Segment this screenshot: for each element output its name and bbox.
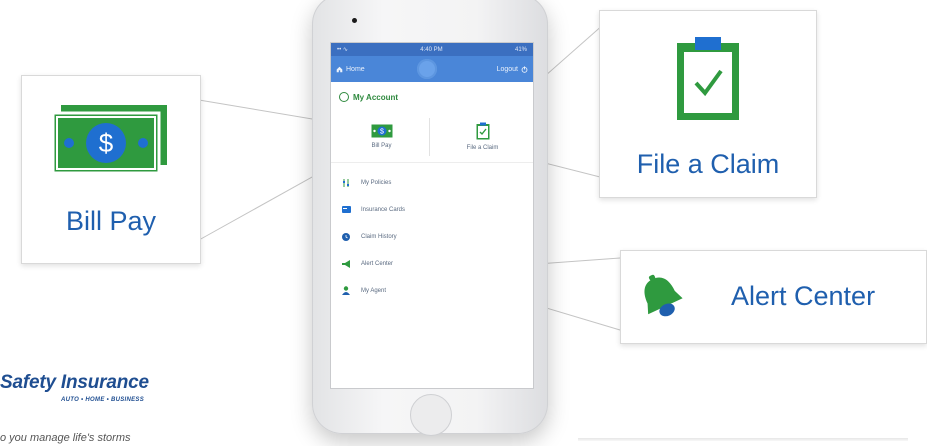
megaphone-icon	[341, 259, 350, 268]
app-nav-bar: Home Logout	[331, 56, 533, 82]
alert-center-label: Alert Center	[731, 281, 876, 311]
home-button[interactable]: Home	[336, 66, 365, 73]
card-icon	[341, 206, 351, 213]
cash-icon: $	[371, 124, 392, 137]
bottom-divider	[578, 438, 908, 441]
person-icon	[342, 286, 350, 295]
file-claim-label: File a Claim	[636, 149, 780, 179]
menu-item-label: Claim History	[361, 233, 397, 240]
menu-item-label: Insurance Cards	[361, 206, 406, 213]
phone-mockup: •• ∿ 4:40 PM 41% Home Logout My Account	[312, 0, 548, 436]
svg-text:$: $	[99, 128, 114, 158]
camera-dot	[352, 18, 357, 23]
brand-tagline: o you manage life's storms	[0, 432, 131, 444]
history-icon	[342, 232, 350, 241]
callout-bill-pay: $ Bill Pay	[21, 75, 201, 264]
my-account-row[interactable]: My Account	[331, 82, 533, 110]
tile-divider	[429, 118, 430, 156]
phone-screen: •• ∿ 4:40 PM 41% Home Logout My Account	[330, 42, 534, 389]
menu-item-my-policies[interactable]: My Policies	[331, 169, 533, 196]
bell-icon	[644, 274, 683, 317]
menu-item-insurance-cards[interactable]: Insurance Cards	[331, 196, 533, 223]
logout-button[interactable]: Logout	[497, 66, 528, 73]
menu-item-label: Alert Center	[361, 260, 394, 267]
tile-bill-pay-label: Bill Pay	[371, 142, 392, 149]
menu-item-label: My Policies	[361, 179, 392, 186]
account-icon	[339, 92, 349, 102]
carrier-text: •• ∿	[337, 47, 348, 53]
tile-bill-pay[interactable]: $ Bill Pay	[331, 110, 432, 162]
menu-item-alert-center[interactable]: Alert Center	[331, 250, 533, 277]
logout-label: Logout	[496, 65, 518, 73]
menu-item-label: My Agent	[361, 287, 387, 294]
safety-insurance-logo: Safety Insurance AUTO • HOME • BUSINESS	[0, 372, 149, 403]
battery-text: 41%	[514, 46, 527, 53]
cash-icon: $	[53, 105, 167, 175]
menu-item-my-agent[interactable]: My Agent	[331, 277, 533, 304]
callout-file-claim: File a Claim	[599, 10, 817, 198]
brand-subtitle: AUTO • HOME • BUSINESS	[61, 397, 145, 403]
quick-action-tiles: $ Bill Pay File a Claim	[331, 110, 533, 163]
sliders-icon	[343, 178, 349, 187]
svg-text:$: $	[380, 128, 384, 135]
my-account-label: My Account	[353, 92, 399, 102]
tile-file-claim-label: File a Claim	[466, 144, 499, 151]
status-bar: •• ∿ 4:40 PM 41%	[331, 43, 533, 56]
app-logo	[417, 59, 437, 79]
bill-pay-label: Bill Pay	[65, 206, 157, 236]
time-text: 4:40 PM	[420, 46, 443, 53]
callout-alert-center: Alert Center	[620, 250, 927, 344]
power-icon	[521, 65, 528, 73]
clipboard-check-icon	[476, 122, 489, 139]
menu-item-claim-history[interactable]: Claim History	[331, 223, 533, 250]
app-menu: My Policies Insurance Cards Claim Histor…	[331, 163, 533, 304]
home-button-hardware	[410, 394, 452, 436]
tile-file-claim[interactable]: File a Claim	[432, 110, 533, 162]
clipboard-check-icon	[677, 37, 739, 120]
home-label: Home	[346, 65, 365, 73]
brand-name: Safety Insurance	[0, 372, 149, 393]
home-icon	[336, 66, 343, 72]
